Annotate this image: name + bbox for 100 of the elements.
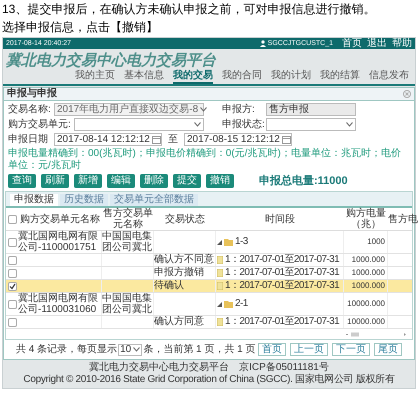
dropdown-caret-icon	[200, 107, 208, 112]
table-cell: 1：2017-07-01至2017-07-31	[225, 267, 340, 279]
nav-tab[interactable]: 基本信息	[124, 70, 164, 84]
table-cell: 10000.000	[347, 298, 385, 310]
row-checkbox[interactable]	[8, 268, 16, 278]
column-header: 购方交易单元名称	[20, 214, 100, 224]
date-separator-text: 至	[168, 134, 178, 146]
table-cell: 1：2017-07-01至2017-07-31	[225, 280, 340, 292]
data-tab[interactable]: 申报数据	[10, 194, 58, 206]
pager-button[interactable]: 尾页	[374, 343, 402, 356]
table-cell: 中国国电集团公司冀北	[102, 231, 153, 253]
date-to-field[interactable]: 2017-08-15 12:12:12	[184, 133, 292, 146]
page-size-select[interactable]: 10	[118, 344, 142, 356]
footer-text: Copyright © 2010-2016 State Grid Corporation of China (SGCC). 国家电网公司 版权所有	[23, 374, 395, 386]
user-icon	[260, 40, 266, 47]
column-header: 购方电量（兆）	[345, 208, 387, 230]
document-icon	[217, 318, 223, 326]
pager-summary: 共 4 条记录，每页显示	[16, 344, 118, 356]
pager-summary: 条，当前第 1 页，共 1 页	[143, 344, 256, 356]
table-cell: 1000.000	[352, 280, 385, 292]
field-label: 申报日期	[8, 134, 49, 146]
table-cell-text: 冀北国网电网有限公司-1100001751	[18, 231, 99, 253]
top-bar-link[interactable]: 帮助	[392, 38, 412, 49]
toolbar-button[interactable]: 提交	[173, 174, 201, 188]
row-checkbox[interactable]	[8, 282, 16, 290]
calendar-icon[interactable]	[282, 135, 291, 144]
nav-tab[interactable]: 我的计划	[271, 70, 311, 84]
table-row[interactable]: 待确认 1：2017-07-01至2017-07-31 1000.000	[6, 280, 412, 293]
row-checkbox[interactable]	[8, 318, 16, 326]
pager-button[interactable]: 首页	[258, 343, 286, 356]
pager-button[interactable]: 上一页	[290, 343, 328, 356]
table-row[interactable]: 确认方同意 1：2017-07-01至2017-07-31 10000.000	[6, 316, 412, 329]
field-label: 申报方:	[222, 104, 256, 116]
field-label: 购方交易单元:	[8, 118, 72, 130]
toolbar-button[interactable]: 刷新	[41, 174, 69, 188]
total-quantity-text: 申报总电量:11000	[259, 175, 348, 187]
table-cell: 申报方撤销	[154, 267, 204, 279]
data-tab[interactable]: 交易单元全部数据	[110, 194, 198, 206]
table-row[interactable]: 冀北国网电网有限公司-1100001751 中国国电集团公司冀北 1-3 1000	[6, 231, 412, 254]
nav-tab[interactable]: 我的交易	[173, 70, 213, 84]
top-bar-link[interactable]: 首页	[342, 38, 362, 49]
column-header: 交易状态	[165, 214, 205, 224]
instruction-text: 13、提交申报后，在确认方未确认申报之前，可对申报信息进行撤销。	[2, 2, 376, 16]
table-cell: 1000.000	[352, 254, 385, 266]
column-header: 时间段	[265, 214, 295, 224]
table-cell: 中国国电集团公司冀北	[102, 293, 153, 315]
buyer-unit-select[interactable]	[74, 118, 204, 131]
dialog-title: 申报与申报	[7, 88, 57, 100]
expanded-triangle-icon[interactable]	[217, 240, 222, 244]
footer-text: 冀北电力交易中心电力交易平台 京ICP备05011181号	[89, 362, 329, 374]
dropdown-caret-icon	[133, 347, 140, 352]
declarer-field: 售方申报	[266, 103, 356, 116]
status-select[interactable]	[266, 118, 356, 131]
date-from-field[interactable]: 2017-08-14 12:12:12	[54, 133, 162, 146]
table-cell: 10000.000	[347, 316, 385, 328]
nav-tab[interactable]: 我的主页	[75, 70, 115, 84]
top-bar-link[interactable]: 退出	[367, 38, 387, 49]
expanded-triangle-icon[interactable]	[217, 302, 222, 306]
row-checkbox[interactable]	[8, 256, 16, 264]
table-cell: 1：2017-07-01至2017-07-31	[225, 254, 340, 266]
table-row[interactable]: 确认方不同意 1：2017-07-01至2017-07-31 1000.000	[6, 254, 412, 267]
table-row[interactable]: 冀北国网电网有限公司-1100031060 中国国电集团公司冀北 2-1 10000.000	[6, 293, 412, 316]
table-cell-text: 冀北国网电网有限公司-1100031060	[18, 293, 99, 315]
row-checkbox[interactable]	[8, 238, 16, 246]
nav-tab[interactable]: 我的合同	[222, 70, 262, 84]
nav-tab[interactable]: 信息发布	[369, 70, 409, 84]
column-header: 售方电	[388, 214, 418, 224]
toolbar-button[interactable]: 查询	[8, 174, 36, 188]
precision-note: 申报电量精确到：00(兆瓦时)；申报电价精确到：0(元/兆瓦时)；电量单位：兆瓦时；电价单位：元/兆瓦时	[8, 148, 402, 172]
table-cell: 2-1	[235, 298, 248, 310]
row-checkbox[interactable]	[8, 300, 16, 308]
folder-icon	[224, 300, 233, 308]
toolbar-button[interactable]: 删除	[140, 174, 168, 188]
table-cell: 确认方不同意	[154, 254, 214, 266]
instruction-text: 选择申报信息，点击【撤销】	[2, 20, 159, 34]
close-icon[interactable]	[403, 90, 411, 98]
table-cell: 确认方同意	[154, 316, 204, 328]
trade-name-select[interactable]: 2017年电力用户直接双边交易-8	[54, 103, 204, 116]
table-cell: 待确认	[154, 280, 184, 292]
calendar-icon[interactable]	[152, 135, 161, 144]
field-label: 交易名称:	[8, 104, 52, 116]
toolbar-button[interactable]: 撤销	[206, 174, 234, 188]
row-checkbox[interactable]	[8, 214, 16, 224]
table-cell: 1：2017-07-01至2017-07-31	[225, 316, 340, 328]
horizontal-scrollbar-icon[interactable]	[346, 332, 406, 336]
table-cell: 1-3	[235, 236, 248, 248]
nav-tab[interactable]: 我的结算	[320, 70, 360, 84]
dropdown-caret-icon	[346, 122, 353, 127]
dropdown-caret-icon	[194, 122, 201, 127]
table-row[interactable]: 申报方撤销 1：2017-07-01至2017-07-31 1000.000	[6, 267, 412, 280]
table-cell: 1000.000	[352, 267, 385, 279]
folder-icon	[224, 238, 233, 246]
pager-button[interactable]: 下一页	[332, 343, 370, 356]
data-tab[interactable]: 历史数据	[60, 194, 108, 206]
column-header: 售方交易单元名称	[102, 208, 154, 230]
field-label: 申报状态:	[222, 118, 266, 130]
site-title: 冀北电力交易中心电力交易平台	[5, 51, 218, 69]
toolbar-button[interactable]: 编辑	[107, 174, 135, 188]
table-cell: 1000	[367, 236, 385, 248]
toolbar-button[interactable]: 新增	[74, 174, 102, 188]
